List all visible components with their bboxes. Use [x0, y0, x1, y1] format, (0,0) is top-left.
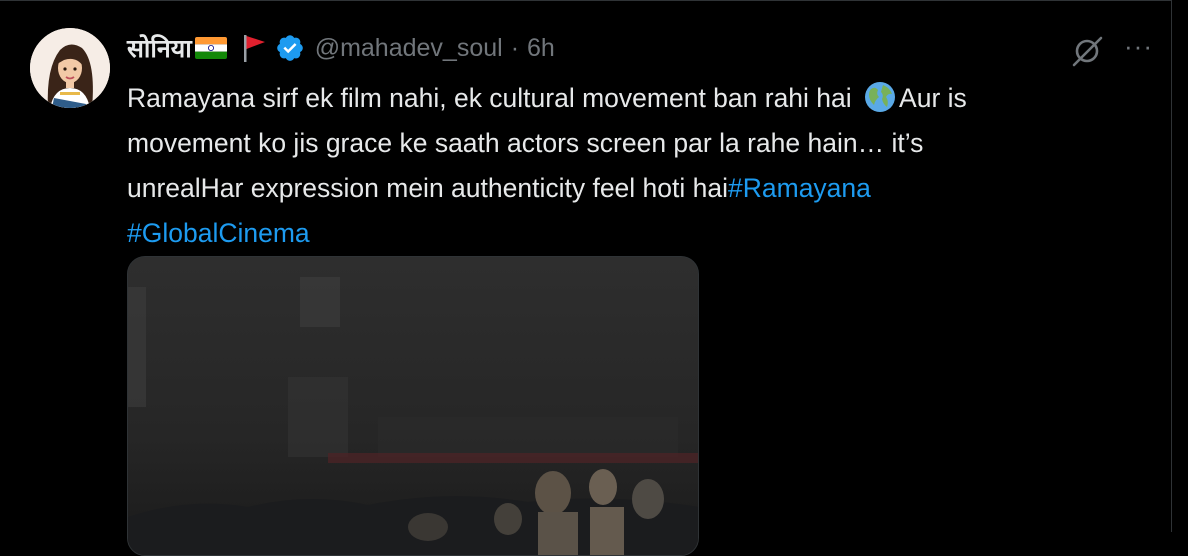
avatar[interactable] — [30, 28, 110, 108]
dot-separator: · — [510, 33, 520, 62]
display-name[interactable]: सोनिया — [127, 31, 192, 65]
video-thumbnail[interactable] — [127, 256, 699, 556]
grok-icon[interactable] — [1070, 32, 1106, 68]
author-handle[interactable]: @mahadev_soul — [315, 34, 503, 63]
hashtag-globalcinema[interactable]: #GlobalCinema — [127, 218, 310, 248]
tweet[interactable]: सोनिया @mahadev_soul · 6h ··· Ramayana s… — [0, 0, 1170, 556]
verified-badge-icon[interactable] — [275, 33, 305, 63]
tweet-text-part-1: Ramayana sirf ek film nahi, ek cultural … — [127, 83, 860, 113]
avatar-illustration — [30, 28, 110, 108]
more-options-button[interactable]: ··· — [1124, 33, 1160, 60]
globe-emoji-icon — [863, 80, 897, 114]
tweet-text: Ramayana sirf ek film nahi, ek cultural … — [127, 76, 1027, 256]
timestamp[interactable]: 6h — [527, 34, 555, 63]
hashtag-ramayana[interactable]: #Ramayana — [728, 173, 871, 203]
timeline-right-divider — [1171, 0, 1172, 532]
video-frame — [128, 257, 698, 555]
red-flag-icon — [241, 33, 267, 63]
tweet-header: सोनिया @mahadev_soul · 6h — [127, 28, 555, 68]
india-flag-icon — [194, 37, 227, 59]
